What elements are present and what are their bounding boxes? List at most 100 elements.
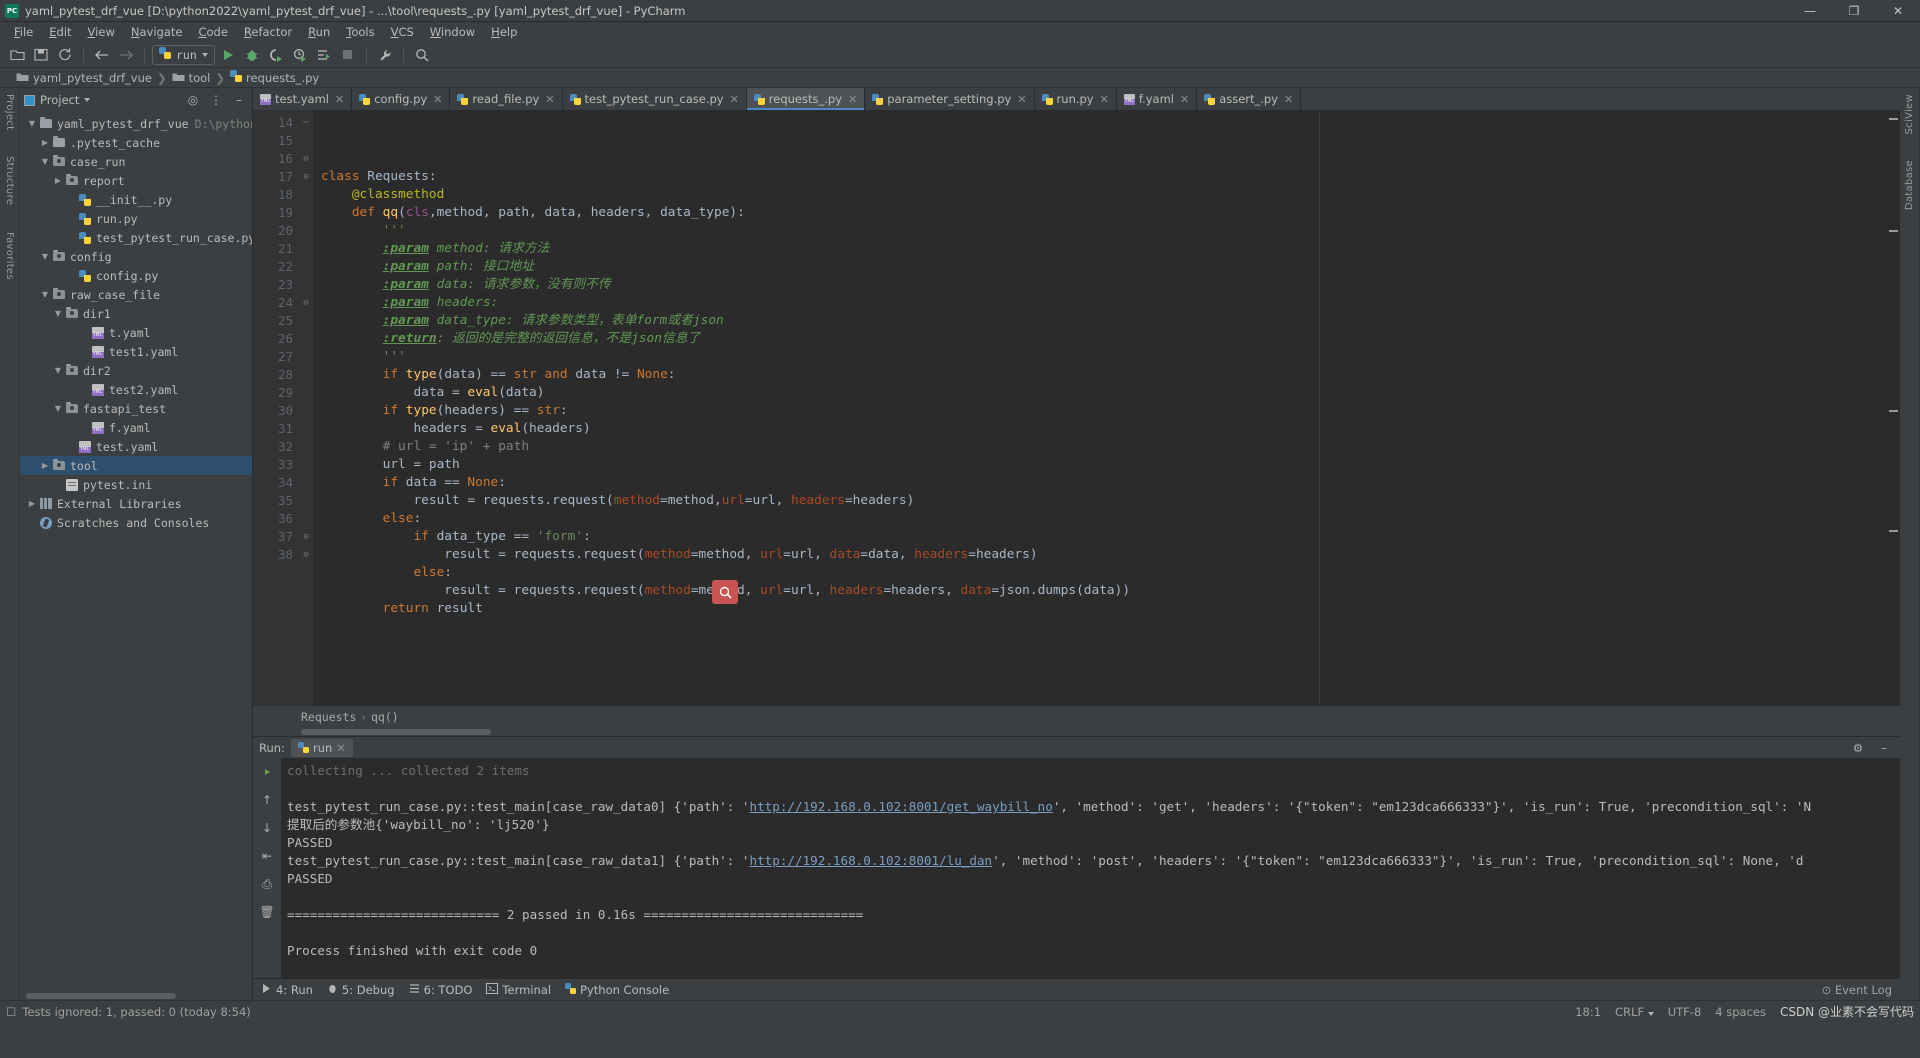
indent-setting[interactable]: 4 spaces <box>1715 1005 1766 1019</box>
tree-node-dir2[interactable]: ▼ dir2 <box>20 361 252 380</box>
editor-tab-read-file-py[interactable]: read_file.py ✕ <box>450 88 563 110</box>
menu-item-vcs[interactable]: VCS <box>383 23 422 41</box>
open-folder-icon[interactable] <box>6 44 28 66</box>
locate-target-icon[interactable]: ◎ <box>184 93 202 107</box>
close-icon[interactable]: ✕ <box>1284 93 1293 106</box>
chevron-down-icon[interactable]: ▼ <box>52 404 64 413</box>
tool-window-python-console[interactable]: Python Console <box>565 982 669 997</box>
tree-node---init---py[interactable]: __init__.py <box>20 190 252 209</box>
close-icon[interactable]: ✕ <box>848 93 857 106</box>
menu-item-tools[interactable]: Tools <box>338 23 382 41</box>
menu-item-run[interactable]: Run <box>300 23 338 41</box>
tree-node-tool[interactable]: ▶ tool <box>20 456 252 475</box>
collapse-all-icon[interactable]: ⋮ <box>207 93 225 107</box>
fold-marker[interactable]: ─ <box>299 114 313 132</box>
minimize-button[interactable]: — <box>1788 0 1832 22</box>
menu-item-file[interactable]: File <box>6 23 41 41</box>
chevron-down-icon[interactable]: ▼ <box>39 290 51 299</box>
tree-node-test-yaml[interactable]: test.yaml <box>20 437 252 456</box>
close-icon[interactable]: ✕ <box>336 741 346 755</box>
tree-node-config-py[interactable]: config.py <box>20 266 252 285</box>
editor-tab-config-py[interactable]: config.py ✕ <box>352 88 451 110</box>
editor-hscrollbar[interactable] <box>253 728 1900 736</box>
code-breadcrumb-item[interactable]: Requests <box>301 710 356 724</box>
tree-node-report[interactable]: ▶ report <box>20 171 252 190</box>
fold-marker[interactable]: ⊖ <box>299 150 313 168</box>
tree-node-run-py[interactable]: run.py <box>20 209 252 228</box>
menu-item-navigate[interactable]: Navigate <box>123 23 191 41</box>
caret-position[interactable]: 18:1 <box>1575 1005 1601 1019</box>
fold-marker[interactable]: ⊖ <box>299 168 313 186</box>
chevron-down-icon[interactable]: ▼ <box>52 366 64 375</box>
stop-icon[interactable] <box>337 44 359 66</box>
console-output[interactable]: collecting ... collected 2 items test_py… <box>281 758 1900 978</box>
hide-panel-icon[interactable]: – <box>1874 741 1894 755</box>
error-marker-column[interactable] <box>1886 110 1900 706</box>
chevron-down-icon[interactable] <box>84 98 91 102</box>
editor-tab-test-pytest-run-case-py[interactable]: test_pytest_run_case.py ✕ <box>562 88 747 110</box>
tree-node-test1-yaml[interactable]: test1.yaml <box>20 342 252 361</box>
tool-window-5--debug[interactable]: 5: Debug <box>327 983 395 997</box>
console-url-link[interactable]: http://192.168.0.102:8001/get_waybill_no <box>750 799 1053 814</box>
rail-item-structure[interactable]: Structure <box>4 156 15 205</box>
close-icon[interactable]: ✕ <box>1017 93 1026 106</box>
tool-window-6--todo[interactable]: 6: TODO <box>409 983 472 997</box>
run-with-console-icon[interactable] <box>313 44 335 66</box>
tree-node--pytest-cache[interactable]: ▶ .pytest_cache <box>20 133 252 152</box>
event-log-button[interactable]: ⊙ Event Log <box>1822 983 1892 997</box>
editor-tab-f-yaml[interactable]: f.yaml ✕ <box>1116 88 1198 110</box>
editor-tab-assert--py[interactable]: assert_.py ✕ <box>1197 88 1302 110</box>
fold-marker[interactable]: ⊖ <box>299 528 313 546</box>
chevron-down-icon[interactable]: ▼ <box>39 252 51 261</box>
tree-node-test-pytest-run-case-py[interactable]: test_pytest_run_case.py <box>20 228 252 247</box>
settings-wrench-icon[interactable] <box>374 44 396 66</box>
chevron-down-icon[interactable]: ▼ <box>39 157 51 166</box>
editor-tab-parameter-setting-py[interactable]: parameter_setting.py ✕ <box>865 88 1035 110</box>
print-icon[interactable]: ⎙ <box>257 874 277 894</box>
project-tree[interactable]: ▼ yaml_pytest_drf_vue D:\python2022\y ▶ .pyt… <box>20 112 252 991</box>
tree-node-dir1[interactable]: ▼ dir1 <box>20 304 252 323</box>
close-icon[interactable]: ✕ <box>433 93 442 106</box>
scrollbar-thumb[interactable] <box>26 993 176 999</box>
chevron-down-icon[interactable]: ▼ <box>52 309 64 318</box>
rail-item-project[interactable]: Project <box>4 94 15 130</box>
scroll-up-icon[interactable]: ↑ <box>257 790 277 810</box>
scrollbar-thumb[interactable] <box>301 729 491 735</box>
back-icon[interactable] <box>91 44 113 66</box>
code-content[interactable]: class Requests: @classmethod def qq(cls,… <box>313 110 1886 706</box>
project-hscrollbar[interactable] <box>20 991 252 1000</box>
close-icon[interactable]: ✕ <box>545 93 554 106</box>
scroll-down-icon[interactable]: ↓ <box>257 818 277 838</box>
forward-icon[interactable] <box>115 44 137 66</box>
menu-item-code[interactable]: Code <box>190 23 235 41</box>
profile-icon[interactable] <box>289 44 311 66</box>
gear-icon[interactable]: ⚙ <box>1848 741 1868 755</box>
menu-item-help[interactable]: Help <box>483 23 525 41</box>
fold-marker[interactable]: ⊖ <box>299 294 313 312</box>
tree-node-fastapi-test[interactable]: ▼ fastapi_test <box>20 399 252 418</box>
editor-tab-requests--py[interactable]: requests_.py ✕ <box>746 88 866 110</box>
rerun-icon[interactable] <box>257 762 277 782</box>
tree-node-case-run[interactable]: ▼ case_run <box>20 152 252 171</box>
chevron-down-icon[interactable]: ▼ <box>26 119 38 128</box>
hide-panel-icon[interactable]: – <box>230 93 248 107</box>
soft-wrap-icon[interactable]: ⇤ <box>257 846 277 866</box>
chevron-right-icon[interactable]: ▶ <box>39 461 51 470</box>
chevron-right-icon[interactable]: ▶ <box>39 138 51 147</box>
sync-icon[interactable] <box>54 44 76 66</box>
console-url-link[interactable]: http://192.168.0.102:8001/lu_dan <box>750 853 993 868</box>
menu-item-view[interactable]: View <box>80 23 123 41</box>
rail-item-favorites[interactable]: Favorites <box>4 232 15 280</box>
tree-node-config[interactable]: ▼ config <box>20 247 252 266</box>
editor-tab-test-yaml[interactable]: test.yaml ✕ <box>253 88 353 110</box>
run-configuration-selector[interactable]: run <box>152 44 215 65</box>
floating-search-button[interactable] <box>712 580 738 604</box>
close-icon[interactable]: ✕ <box>1180 93 1189 106</box>
file-encoding[interactable]: UTF-8 <box>1668 1005 1702 1019</box>
code-breadcrumb-item[interactable]: qq() <box>371 710 399 724</box>
save-all-icon[interactable] <box>30 44 52 66</box>
debug-icon[interactable] <box>241 44 263 66</box>
editor-tab-run-py[interactable]: run.py ✕ <box>1034 88 1117 110</box>
rail-item-database[interactable]: Database <box>1904 160 1915 210</box>
tool-window-4--run[interactable]: 4: Run <box>261 983 313 997</box>
